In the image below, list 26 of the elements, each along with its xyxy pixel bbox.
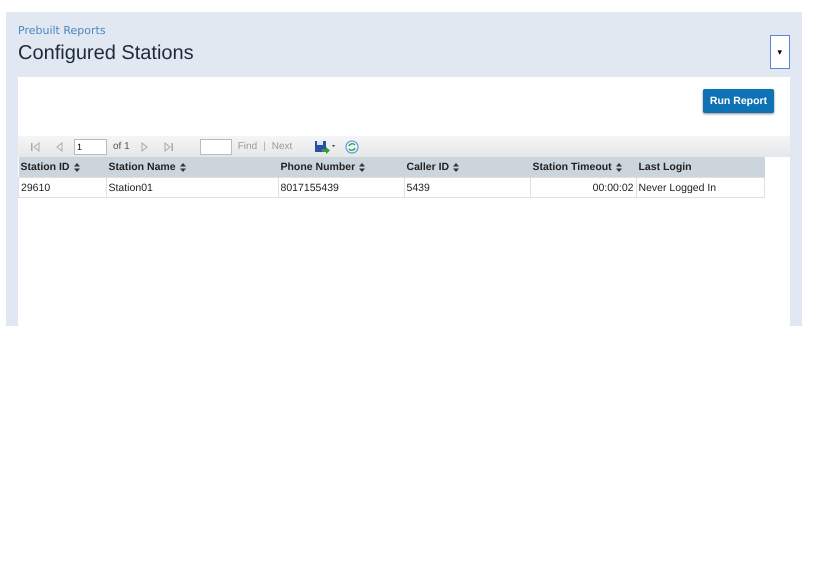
refresh-icon[interactable] <box>345 140 360 154</box>
column-header[interactable]: Station Timeout <box>530 157 636 178</box>
column-header[interactable]: Caller ID <box>404 157 530 178</box>
table-cell: 8017155439 <box>278 178 404 198</box>
sort-icon[interactable] <box>616 162 622 172</box>
page-number-field[interactable]: 1 <box>74 138 107 154</box>
page-count: of 1 <box>113 141 130 152</box>
column-header: Last Login <box>636 157 764 178</box>
column-header[interactable]: Phone Number <box>278 157 404 178</box>
page-title: Configured Stations <box>18 42 194 65</box>
sort-icon[interactable] <box>74 162 80 172</box>
table-cell: 5439 <box>404 178 530 198</box>
sort-icon[interactable] <box>180 162 186 172</box>
sort-icon[interactable] <box>453 162 460 172</box>
separator: | <box>263 141 266 152</box>
sort-icon[interactable] <box>359 162 366 172</box>
run-report-button[interactable]: Run Report <box>703 89 774 113</box>
table-cell: Station01 <box>106 178 278 198</box>
find-field[interactable] <box>200 138 232 154</box>
column-header[interactable]: Station ID <box>18 157 106 178</box>
dropdown-button[interactable]: ▾ <box>770 35 790 69</box>
export-icon[interactable] <box>314 140 336 154</box>
column-header[interactable]: Station Name <box>106 157 278 178</box>
table-cell: Never Logged In <box>636 178 764 198</box>
table-cell: 00:00:02 <box>530 178 636 198</box>
table-cell: 29610 <box>18 178 106 198</box>
